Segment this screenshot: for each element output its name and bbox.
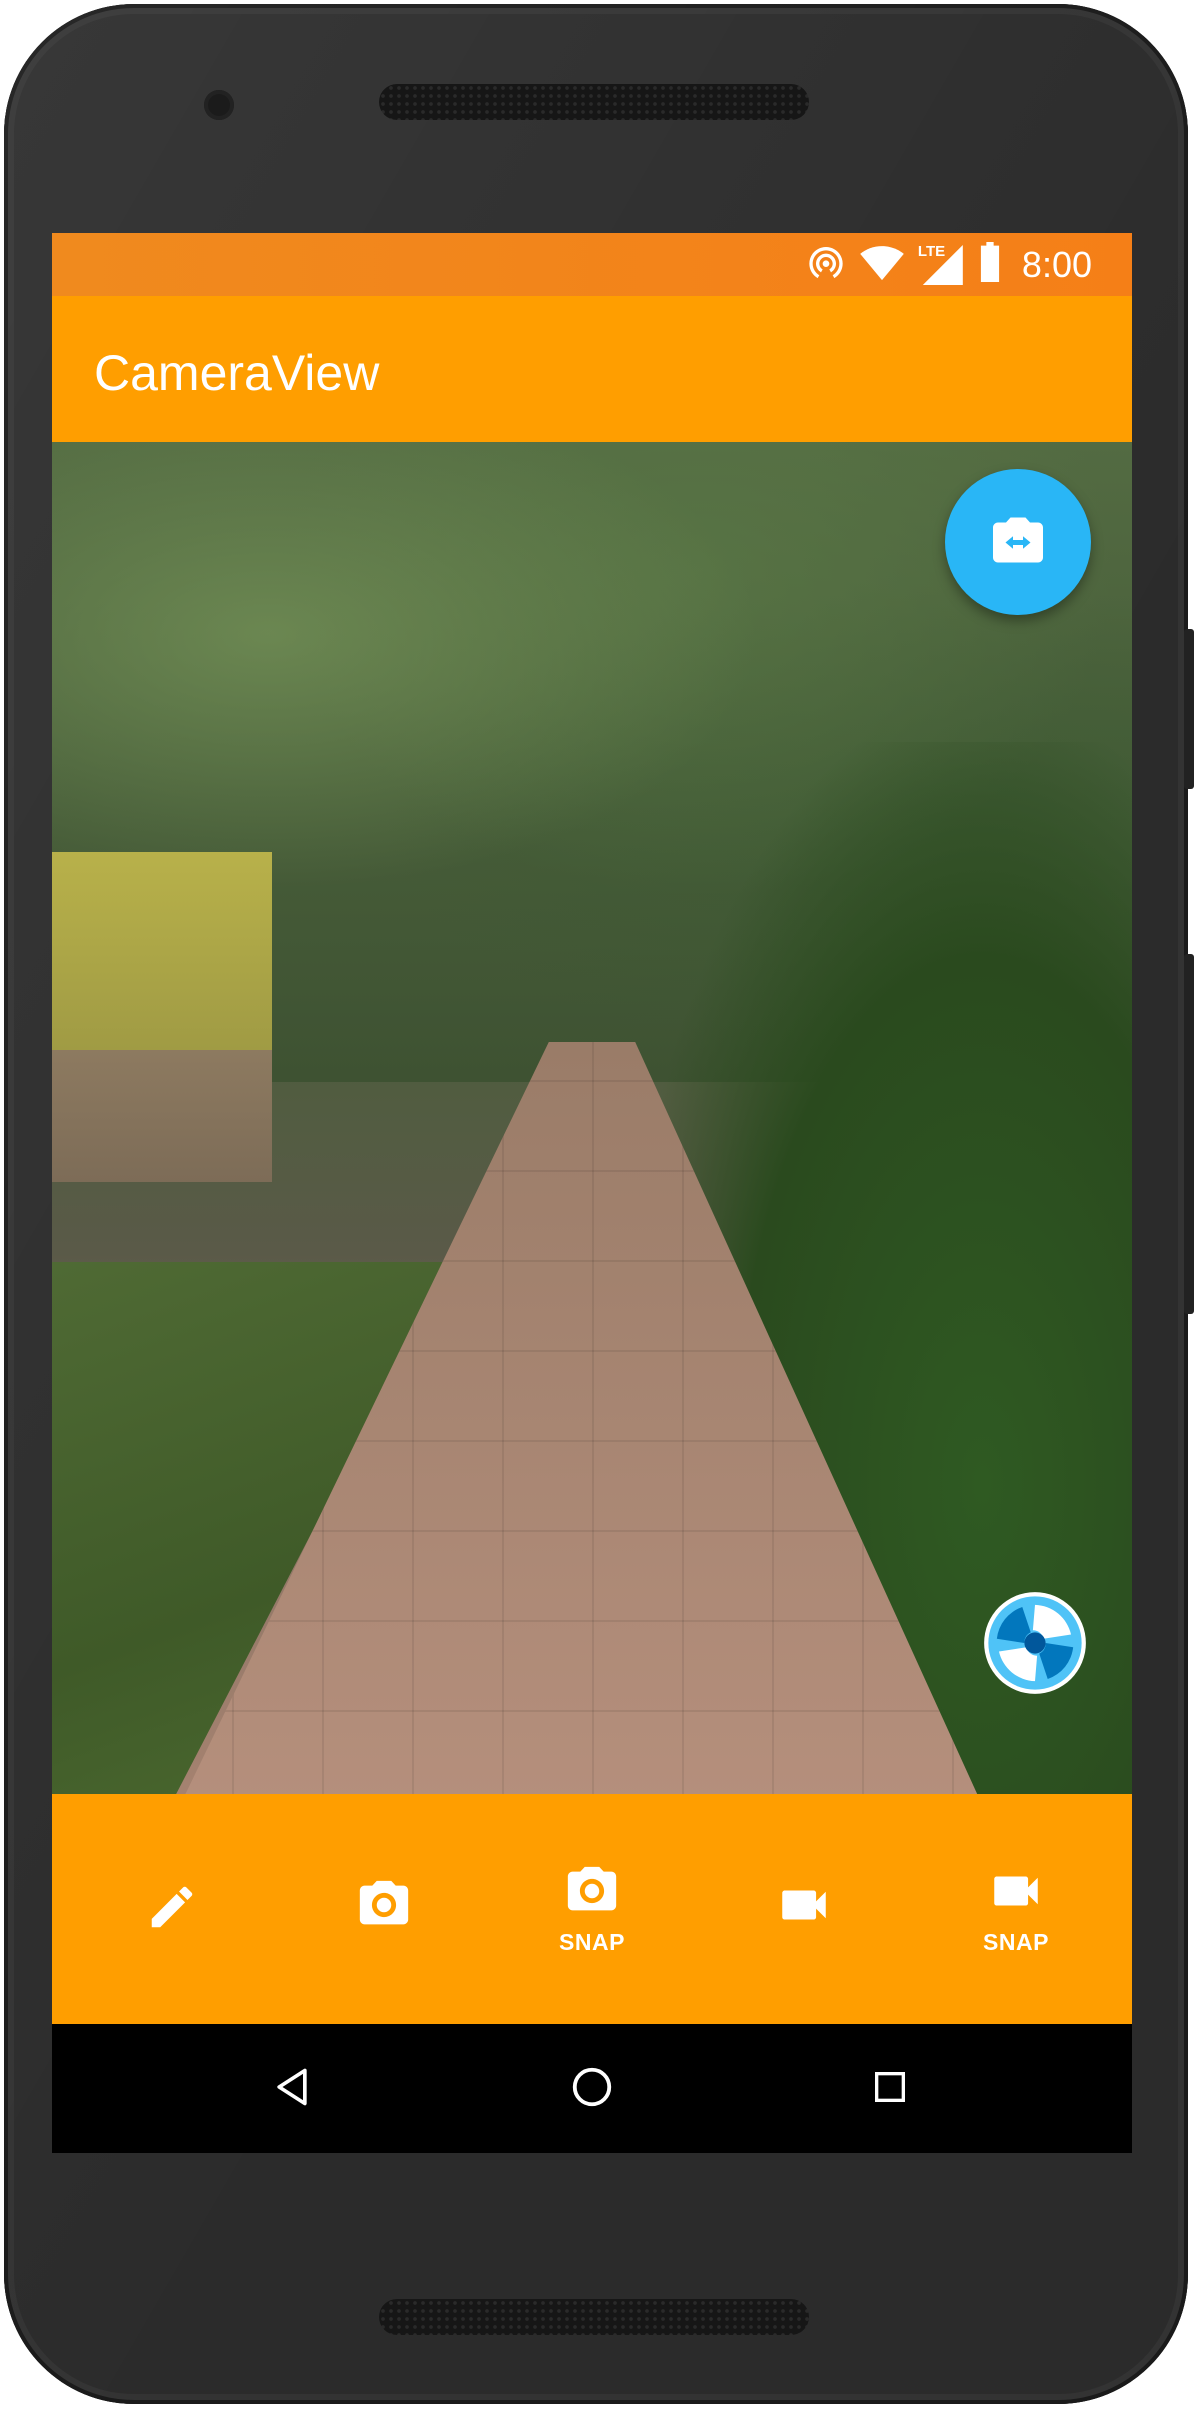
hotspot-icon xyxy=(806,242,846,287)
camera-preview[interactable] xyxy=(52,442,1132,1794)
power-button xyxy=(1184,954,1194,1314)
wifi-icon xyxy=(860,242,904,287)
house-wall xyxy=(52,852,272,1182)
camera-icon xyxy=(563,1862,621,1925)
bottom-speaker-grille xyxy=(379,2299,809,2335)
home-icon xyxy=(569,2064,615,2115)
capture-picture-button[interactable] xyxy=(284,1794,484,2024)
snap-picture-label: SNAP xyxy=(559,1929,625,1955)
switch-camera-icon xyxy=(988,510,1048,575)
snap-picture-button[interactable]: SNAP xyxy=(492,1794,692,2024)
back-icon xyxy=(270,2065,314,2114)
bottom-action-bar: SNAP SNAP xyxy=(52,1794,1132,2024)
recents-button[interactable] xyxy=(860,2059,920,2119)
app-bar: CameraView xyxy=(52,296,1132,442)
capture-video-button[interactable] xyxy=(704,1794,904,2024)
status-time: 8:00 xyxy=(1021,243,1092,285)
snap-video-button[interactable]: SNAP xyxy=(916,1794,1116,2024)
snap-video-label: SNAP xyxy=(983,1929,1049,1955)
pencil-icon xyxy=(145,1880,199,1939)
home-button[interactable] xyxy=(562,2059,622,2119)
back-button[interactable] xyxy=(262,2059,322,2119)
toggle-camera-button[interactable] xyxy=(945,469,1091,615)
camera-shutter-logo-icon xyxy=(982,1590,1088,1696)
camera-icon xyxy=(355,1876,413,1939)
front-camera-lens xyxy=(204,90,234,120)
lte-signal-icon: LTE xyxy=(917,242,964,285)
app-title: CameraView xyxy=(94,345,380,401)
lte-label: LTE xyxy=(917,242,946,260)
system-navigation-bar xyxy=(52,2024,1132,2153)
volume-button xyxy=(1184,629,1194,789)
videocam-icon xyxy=(775,1876,833,1939)
status-bar: LTE 8:00 xyxy=(52,233,1132,296)
edit-button[interactable] xyxy=(72,1794,272,2024)
top-speaker-grille xyxy=(379,84,809,120)
videocam-icon xyxy=(987,1862,1045,1925)
battery-icon xyxy=(978,242,1002,287)
recents-icon xyxy=(870,2067,910,2112)
phone-screen: LTE 8:00 CameraView SNAP SNAP xyxy=(52,233,1132,2153)
